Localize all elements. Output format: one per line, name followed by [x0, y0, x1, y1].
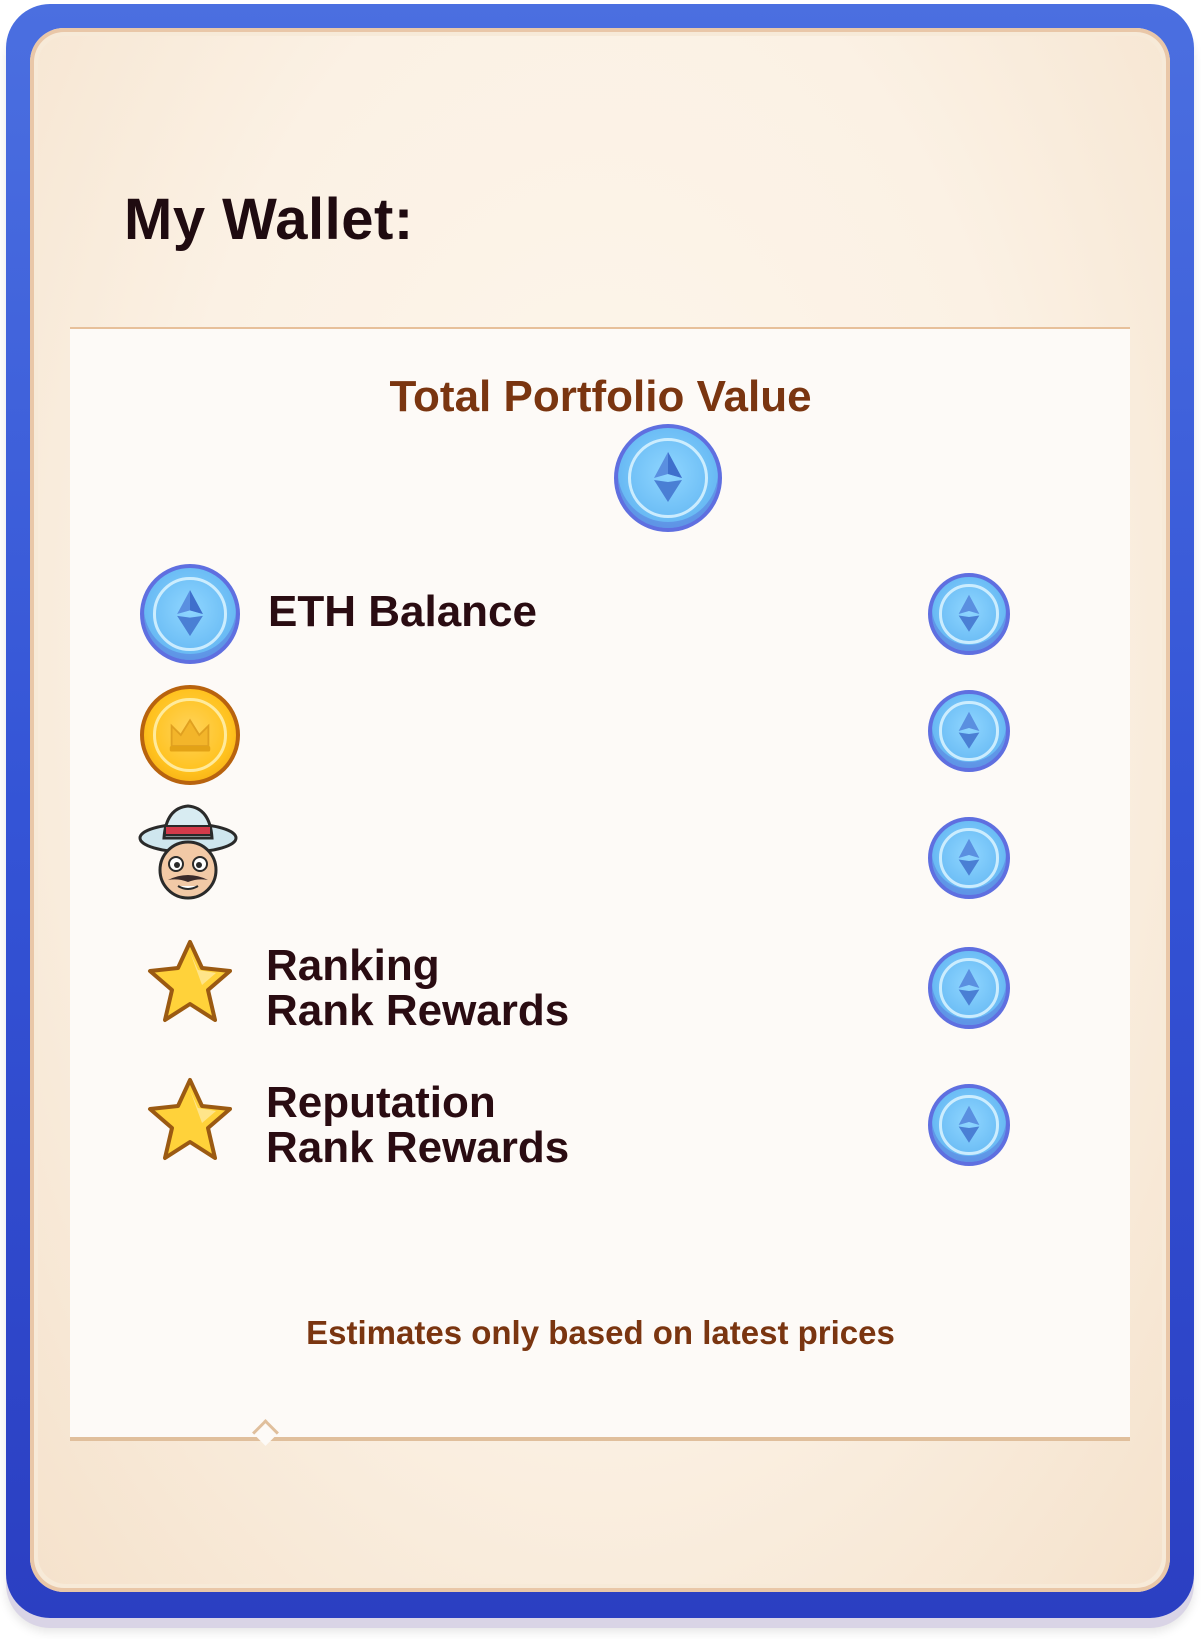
gold-coin-value-icon [928, 690, 1010, 772]
eth-coin-icon [140, 564, 240, 664]
ranking-label-line2: Rank Rewards [266, 986, 570, 1035]
reputation-label-line2: Rank Rewards [266, 1123, 570, 1172]
eth-value-icon [928, 573, 1010, 655]
avatar-value-icon [928, 817, 1010, 899]
estimates-footnote: Estimates only based on latest prices [306, 1314, 895, 1351]
eth-diamond [654, 452, 682, 502]
eth-coin-icon [614, 424, 722, 532]
ranking-value-icon [928, 947, 1010, 1029]
star-icon [148, 940, 232, 1022]
star-icon [148, 1078, 232, 1160]
eth-balance-label: ETH Balance [268, 587, 537, 636]
reputation-label-line1: Reputation [266, 1078, 496, 1127]
wallet-title: My Wallet: [124, 187, 414, 252]
gold-crown-coin-icon [140, 685, 240, 785]
character-avatar-icon [138, 804, 238, 900]
ranking-label-line1: Ranking [266, 941, 440, 990]
reputation-value-icon [928, 1084, 1010, 1166]
portfolio-heading: Total Portfolio Value [389, 372, 812, 421]
